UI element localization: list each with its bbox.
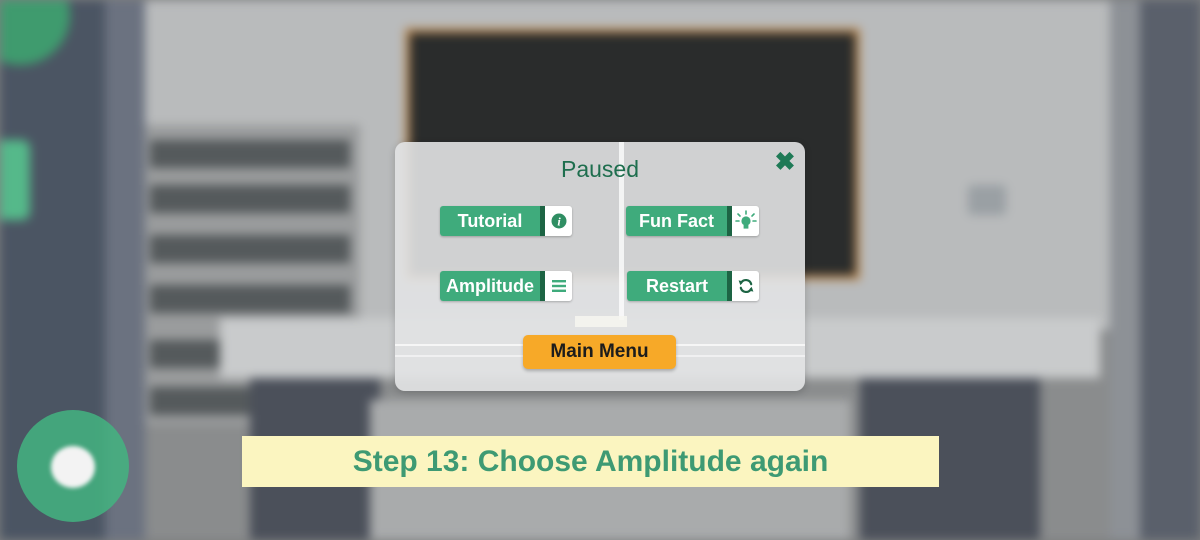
shelf-row: [150, 185, 350, 213]
tutorial-step-caption: Step 13: Choose Amplitude again: [242, 436, 939, 487]
restart-button[interactable]: Restart: [627, 271, 759, 301]
amplitude-label: Amplitude: [440, 271, 540, 301]
shelf-row: [150, 285, 350, 313]
close-icon[interactable]: ✖: [773, 150, 797, 175]
shelf-row: [150, 140, 350, 168]
panel-title: Paused: [560, 156, 639, 182]
tutorial-button[interactable]: Tutorial i: [440, 206, 572, 236]
fun-fact-label: Fun Fact: [626, 206, 727, 236]
pendulum-base: [575, 316, 627, 327]
menu-lines-icon: [545, 271, 572, 301]
side-tab: [0, 140, 30, 220]
shelf-row: [150, 235, 350, 263]
main-menu-button[interactable]: Main Menu: [523, 335, 676, 369]
joystick[interactable]: [17, 410, 129, 522]
lightbulb-icon: [732, 206, 759, 236]
tutorial-label: Tutorial: [440, 206, 540, 236]
info-icon: i: [545, 206, 572, 236]
amplitude-button[interactable]: Amplitude: [440, 271, 572, 301]
refresh-icon: [732, 271, 759, 301]
wall-socket: [968, 185, 1006, 215]
joystick-knob[interactable]: [51, 446, 95, 488]
right-wall: [1140, 0, 1200, 540]
fun-fact-button[interactable]: Fun Fact: [626, 206, 759, 236]
restart-label: Restart: [627, 271, 727, 301]
